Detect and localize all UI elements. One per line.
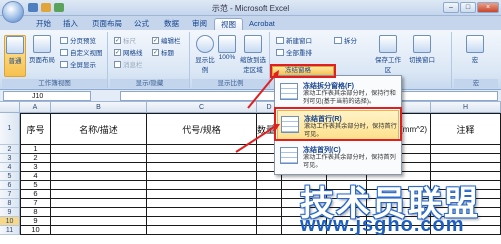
office-button[interactable] xyxy=(2,1,24,23)
arrow-to-freeze-button xyxy=(247,73,277,109)
watermark-url: www.jsgho.com xyxy=(300,214,465,236)
arrow-to-freeze-top-row xyxy=(235,125,277,153)
